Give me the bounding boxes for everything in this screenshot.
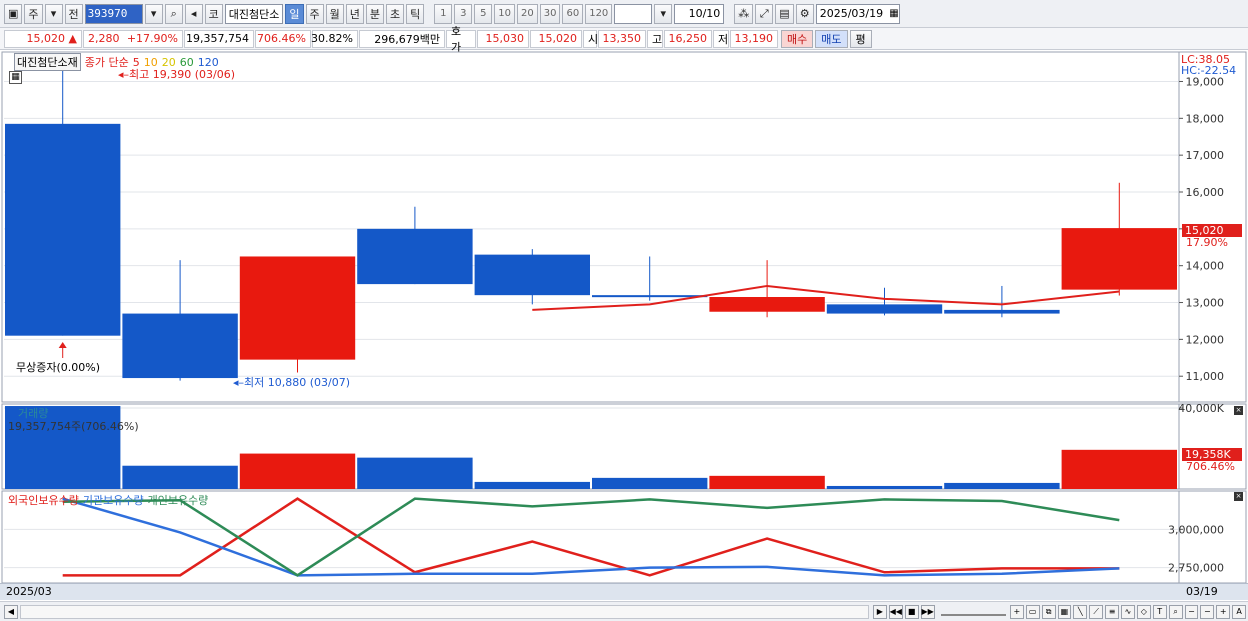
line-tool-icon[interactable]: ╲ [1073,604,1088,619]
chart-canvas[interactable]: 11,00012,00013,00014,00015,00016,00017,0… [0,0,1248,621]
shape-tool-icon[interactable]: ◇ [1136,604,1151,619]
candle-body [944,309,1060,314]
zoom-out-icon[interactable]: − [1184,604,1199,619]
holdings-legend: 외국인보유수량 기관보유수량 개인보유수량 [8,492,208,508]
hc-label: HC:-22.54 [1181,64,1237,77]
time-axis: 2025/03 03/19 [0,583,1248,600]
y-tick-label: 11,000 [1186,370,1225,383]
candle-body [709,297,825,312]
y-tick-label: 16,000 [1186,186,1225,199]
y-tick-label: 14,000 [1186,260,1225,273]
candle-body [1061,228,1177,290]
candle-body [239,256,356,360]
legend-individual[interactable]: 개인보유수량 [148,492,209,508]
zoom-slider[interactable] [940,608,1006,616]
time-axis-end: 03/19 [1186,585,1218,598]
grid-icon[interactable]: ▦ [1057,604,1072,619]
left-arrow-icon: ◂– [233,376,245,389]
window-icon[interactable]: ▭ [1025,604,1040,619]
volume-bar [826,485,943,489]
event-label[interactable]: 무상증자(0.00%) [16,359,101,375]
y-tick-label: 12,000 [1186,333,1225,346]
multi-window-icon[interactable]: ⧉ [1041,604,1056,619]
y-tick-label: 19,000 [1186,75,1225,88]
rewind-icon[interactable]: ◀◀ [888,604,903,619]
scroll-track[interactable] [19,604,869,619]
volume-pct-tag: 706.46% [1186,460,1235,473]
candle-body [592,295,708,298]
forward-icon[interactable]: ▶▶ [920,604,935,619]
scroll-right-icon[interactable]: ▶ [872,604,887,619]
y-tick-label: 3,000,000 [1168,523,1224,536]
current-pct-tag: 17.90% [1186,236,1228,249]
zoom-out-icon-2[interactable]: − [1200,604,1215,619]
time-axis-start: 2025/03 [6,585,52,598]
stock-name-tag[interactable]: 대진첨단소재 [14,53,81,71]
zoom-search-icon[interactable]: ⌕ [1168,604,1183,619]
zoom-in-icon[interactable]: + [1216,604,1231,619]
text-tool-icon[interactable]: T [1152,604,1167,619]
volume-panel-close-icon[interactable]: × [1234,406,1243,415]
legend-institution[interactable]: 기관보유수량 [83,492,144,508]
left-arrow-icon: ◂– [118,68,130,81]
fib-tool-icon[interactable]: ≡ [1105,604,1120,619]
trend-tool-icon[interactable]: ⟋ [1089,604,1104,619]
volume-bar [474,481,590,489]
volume-bar [239,453,356,489]
wave-tool-icon[interactable]: ∿ [1121,604,1135,619]
volume-bar [592,477,708,489]
volume-value-label: 19,357,754주(706.46%) [8,420,139,433]
bottom-scrollbar: ◀ ▶ ◀◀ ■ ▶▶ + ▭ ⧉ ▦ ╲ ⟋ ≡ ∿ ◇ T ⌕ − − + … [0,601,1248,621]
y-tick-label: 18,000 [1186,112,1225,125]
legend-foreign[interactable]: 외국인보유수량 [8,492,79,508]
candle-body [474,254,590,296]
y-tick-label: 2,750,000 [1168,562,1224,575]
max-price-annotation: ◂–최고 19,390 (03/06) [118,68,236,81]
candle-body [357,228,473,285]
volume-bar [1061,449,1177,489]
volume-bar [122,465,238,489]
y-tick-label: 17,000 [1186,149,1225,162]
candle-body [826,304,943,314]
volume-bar [944,482,1060,489]
crosshair-icon[interactable]: + [1009,604,1024,619]
scroll-left-icon[interactable]: ◀ [4,604,18,619]
min-price-annotation: ◂–최저 10,880 (03/07) [233,376,351,389]
candle-body [5,123,121,336]
candle-body [122,313,238,379]
stop-icon[interactable]: ■ [904,604,919,619]
auto-scale-icon[interactable]: A [1232,604,1247,619]
volume-bar [709,475,825,489]
table-icon[interactable]: ▦ [9,71,22,84]
volume-bar [357,457,473,489]
y-tick-label: 13,000 [1186,297,1225,310]
y-tick-label: 40,000K [1178,402,1224,415]
holdings-panel-close-icon[interactable]: × [1234,492,1243,501]
